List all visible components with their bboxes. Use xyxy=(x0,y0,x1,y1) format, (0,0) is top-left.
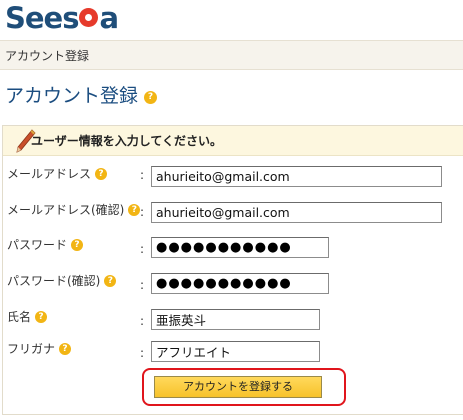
pencil-icon xyxy=(16,129,36,153)
logo-text-end: a xyxy=(99,1,119,35)
help-icon[interactable]: ? xyxy=(128,204,141,216)
password-field[interactable] xyxy=(151,237,329,258)
logo-text-start: Sees xyxy=(5,1,79,35)
name-label: 氏名? xyxy=(7,309,48,325)
colon: : xyxy=(140,205,145,219)
help-icon[interactable]: ? xyxy=(144,91,158,104)
name-label-text: 氏名 xyxy=(7,310,32,324)
page-title: アカウント登録? xyxy=(5,84,158,108)
form-instruction-text: ユーザー情報を入力してください。 xyxy=(31,134,223,148)
colon: : xyxy=(140,242,145,256)
logo-dot-icon xyxy=(79,8,99,27)
colon: : xyxy=(140,314,145,328)
help-icon[interactable]: ? xyxy=(104,275,117,287)
email-confirm-field[interactable] xyxy=(151,202,442,223)
breadcrumb-current: アカウント登録 xyxy=(5,49,90,63)
email-label: メールアドレス? xyxy=(7,166,108,182)
furigana-label: フリガナ? xyxy=(7,341,72,357)
email-confirm-label: メールアドレス(確認)? xyxy=(7,202,141,218)
breadcrumb: アカウント登録 xyxy=(0,40,463,70)
email-label-text: メールアドレス xyxy=(7,167,92,181)
colon: : xyxy=(140,346,145,360)
password-confirm-label: パスワード(確認)? xyxy=(7,273,117,289)
colon: : xyxy=(140,168,145,182)
password-label: パスワード? xyxy=(7,237,84,253)
password-confirm-field[interactable] xyxy=(151,273,329,294)
page-title-text: アカウント登録 xyxy=(5,85,139,107)
register-account-button[interactable]: アカウントを登録する xyxy=(154,376,322,398)
furigana-field[interactable] xyxy=(151,341,320,362)
help-icon[interactable]: ? xyxy=(95,168,108,180)
password-label-text: パスワード xyxy=(7,238,68,252)
password-confirm-label-text: パスワード(確認) xyxy=(7,274,101,288)
help-icon[interactable]: ? xyxy=(71,239,84,251)
furigana-label-text: フリガナ xyxy=(7,342,56,356)
email-field[interactable] xyxy=(151,166,442,187)
seesaa-logo[interactable]: Sees a xyxy=(5,1,119,35)
help-icon[interactable]: ? xyxy=(35,311,48,323)
form-instruction-header: ユーザー情報を入力してください。 xyxy=(3,126,463,156)
colon: : xyxy=(140,278,145,292)
help-icon[interactable]: ? xyxy=(59,343,72,355)
email-confirm-label-text: メールアドレス(確認) xyxy=(7,203,125,217)
name-field[interactable] xyxy=(151,309,320,330)
